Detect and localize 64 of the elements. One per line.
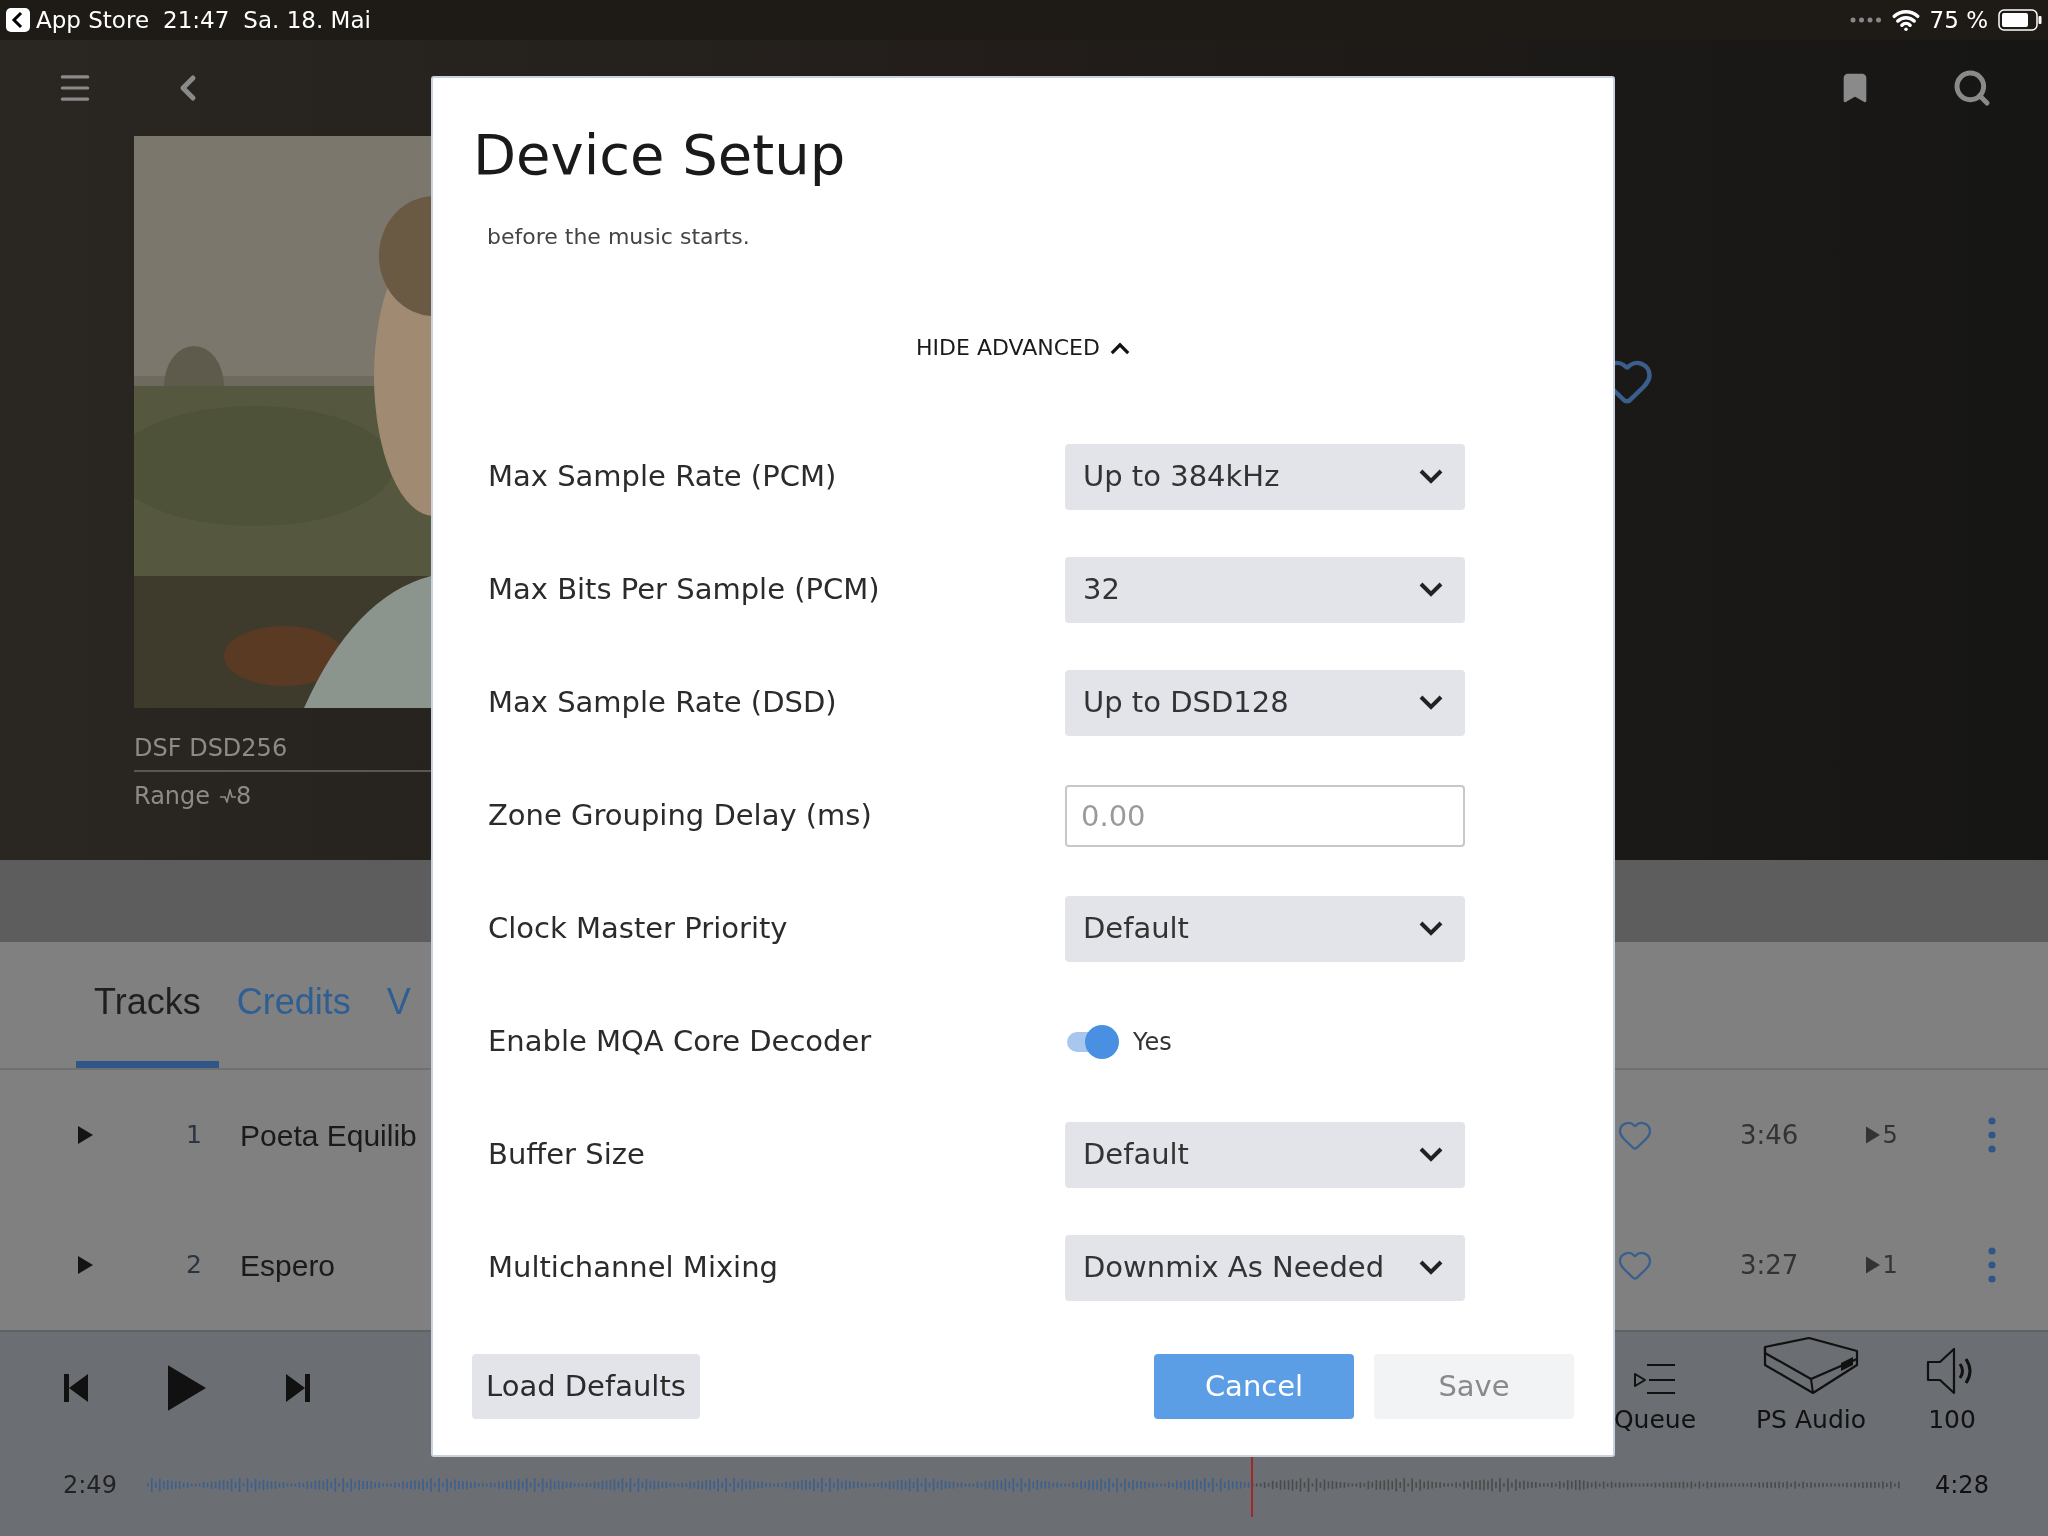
battery-icon (1998, 9, 2042, 31)
advanced-toggle[interactable]: HIDE ADVANCED (916, 333, 1130, 363)
chevron-down-icon (1419, 469, 1443, 484)
track-title[interactable]: Poeta Equilib (240, 1112, 417, 1158)
toggle-switch[interactable] (1065, 1024, 1119, 1059)
total-time: 4:28 (1935, 1470, 1989, 1501)
chevron-down-icon (1419, 1147, 1443, 1162)
save-button[interactable]: Save (1374, 1354, 1574, 1419)
battery-percent: 75 % (1929, 5, 1988, 35)
setting-label: Max Sample Rate (DSD) (487, 683, 838, 721)
pulse-icon (220, 789, 237, 803)
range-value: 8 (236, 781, 252, 812)
chevron-down-icon (1419, 582, 1443, 597)
back-app-icon[interactable] (6, 8, 30, 32)
clock: 21:47 (163, 5, 230, 35)
track-number: 2 (185, 1249, 202, 1282)
dialog-title: Device Setup (472, 121, 847, 189)
dropdown[interactable]: 32 (1065, 556, 1465, 623)
chevron-down-icon (1419, 695, 1443, 710)
back-app-link[interactable]: App Store (36, 2, 150, 38)
setting-label: Zone Grouping Delay (ms) (487, 796, 873, 834)
toggle-label: Yes (1133, 1026, 1172, 1058)
setting-label: Max Bits Per Sample (PCM) (487, 570, 881, 608)
signal-dots-icon (1849, 17, 1882, 23)
setting-label: Buffer Size (487, 1135, 646, 1173)
play-count: 1 (1882, 1250, 1898, 1281)
format-label: DSF DSD256 (134, 733, 289, 764)
setting-label: Multichannel Mixing (487, 1248, 779, 1286)
play-icon (78, 1126, 93, 1144)
chevron-up-icon (1109, 341, 1130, 355)
search-icon[interactable] (1952, 68, 1992, 108)
previous-icon[interactable] (64, 1374, 88, 1402)
play-icon (78, 1256, 93, 1274)
next-icon[interactable] (286, 1374, 310, 1402)
dropdown[interactable]: Up to 384kHz (1065, 443, 1465, 510)
setting-label: Max Sample Rate (PCM) (487, 457, 838, 495)
play-count-icon (1866, 1256, 1881, 1274)
setting-label: Enable MQA Core Decoder (487, 1022, 873, 1060)
load-defaults-button[interactable]: Load Defaults (472, 1354, 700, 1419)
device-label[interactable]: PS Audio (1756, 1401, 1866, 1439)
date: Sa. 18. Mai (243, 5, 371, 35)
queue-icon[interactable] (1632, 1363, 1677, 1396)
cancel-button[interactable]: Cancel (1154, 1354, 1354, 1419)
input-field[interactable]: 0.00 (1065, 784, 1465, 847)
play-icon (168, 1365, 206, 1411)
play-count-icon (1866, 1126, 1881, 1144)
audio-device-icon[interactable] (1763, 1337, 1859, 1396)
play-count: 5 (1882, 1120, 1898, 1151)
dropdown[interactable]: Up to DSD128 (1065, 669, 1465, 736)
track-duration: 3:46 (1740, 1118, 1799, 1152)
setting-label: Clock Master Priority (487, 909, 789, 947)
dialog-subtitle: before the music starts. (486, 223, 751, 251)
range-label: Range (134, 781, 211, 812)
track-title[interactable]: Espero (240, 1242, 336, 1288)
chevron-down-icon (1419, 1260, 1443, 1275)
volume-level[interactable]: 100 (1928, 1401, 1976, 1439)
dropdown[interactable]: Default (1065, 895, 1465, 962)
track-duration: 3:27 (1740, 1248, 1799, 1282)
dropdown[interactable]: Default (1065, 1121, 1465, 1188)
chevron-down-icon (1419, 921, 1443, 936)
queue-label[interactable]: Queue (1613, 1401, 1697, 1439)
elapsed-time: 2:49 (62, 1470, 118, 1501)
track-number: 1 (185, 1119, 202, 1152)
dropdown[interactable]: Downmix As Needed (1065, 1234, 1465, 1301)
